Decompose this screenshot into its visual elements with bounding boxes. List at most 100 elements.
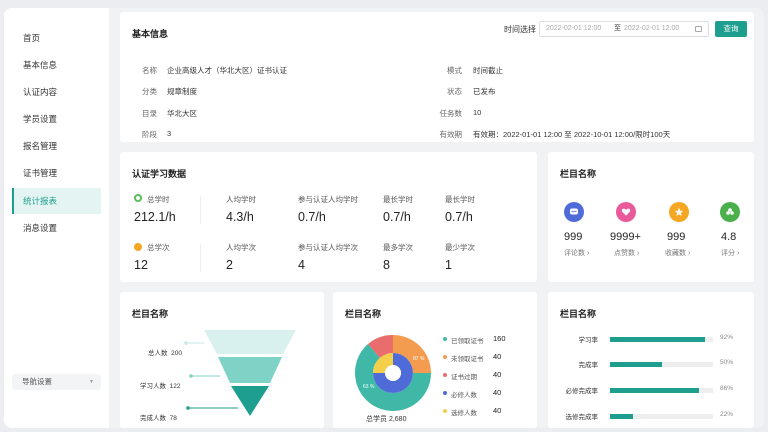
- divider: [200, 196, 201, 224]
- legend-dot: [443, 373, 447, 377]
- bar-fill-required: [610, 388, 699, 393]
- stat-avg-hours-value: 4.3/h: [226, 210, 254, 224]
- bar-label-elective: 选修完成率: [565, 414, 599, 421]
- funnel-label-learning: 学习人数 122: [140, 383, 181, 390]
- rating-value: 4.8: [721, 231, 737, 243]
- info-label-directory: 目录: [142, 109, 157, 118]
- engagement-card: 栏目名称 999 评论数 › 9999+ 点赞数 › 999 收藏数 › 4.8…: [548, 152, 754, 282]
- funnel-stage-total: [204, 330, 296, 354]
- info-value-status: 已发布: [473, 87, 496, 96]
- like-count: 9999+: [610, 231, 641, 243]
- divider: [200, 244, 201, 272]
- sidebar: 首页 基本信息 认证内容 学员设置 报名管理 证书管理 统计报表 消息设置 导航…: [4, 8, 109, 428]
- legend-value-expired: 40: [493, 370, 502, 379]
- bar-label-required: 必修完成率: [565, 388, 599, 395]
- funnel-label-total: 总人数 200: [148, 350, 182, 357]
- info-label-mode: 模式: [447, 66, 462, 75]
- funnel-stage-learning: [218, 357, 282, 383]
- funnel-marker: [189, 374, 193, 378]
- sidebar-item-certificates[interactable]: 证书管理: [12, 160, 101, 186]
- favorite-count: 999: [667, 231, 686, 243]
- donut-center: [385, 365, 401, 381]
- bar-pct-study: 92%: [720, 334, 734, 341]
- stat-total-hours-value: 212.1/h: [134, 210, 176, 224]
- comment-count: 999: [564, 231, 583, 243]
- legend-label-elective: 选修人数: [451, 410, 477, 417]
- bar-track: [610, 362, 713, 367]
- bar-pct-required: 86%: [720, 385, 734, 392]
- rating-link[interactable]: 评分 ›: [721, 248, 739, 258]
- query-button[interactable]: 查询: [715, 21, 747, 37]
- basic-info-title: 基本信息: [132, 29, 169, 39]
- stat-max-sessions-label: 最多学次: [383, 243, 413, 252]
- info-label-status: 状态: [447, 87, 462, 96]
- sidebar-item-cert-content[interactable]: 认证内容: [12, 79, 101, 105]
- legend-label-unclaimed: 未领取证书: [451, 356, 484, 363]
- rate-bars-card: 栏目名称 学习率 92% 完成率 50% 必修完成率 86% 选修完成率 22%: [548, 292, 754, 428]
- funnel-card: 栏目名称 总人数 200 学习人数 122 完成人数 78: [120, 292, 324, 428]
- date-range-picker[interactable]: 2022-02-01 12:00 至 2022-02-01 12:00: [539, 21, 709, 37]
- legend-dot: [443, 337, 447, 341]
- info-label-name: 名称: [142, 66, 157, 75]
- stat-total-hours-label: 总学时: [147, 195, 170, 204]
- sidebar-item-enrollment[interactable]: 报名管理: [12, 133, 101, 159]
- info-value-task-count: 10: [473, 108, 482, 117]
- stat-max-hours-2-value: 0.7/h: [445, 210, 473, 224]
- learning-stats-card: 认证学习数据 总学时 212.1/h 人均学时 4.3/h 参与认证人均学时 0…: [120, 152, 537, 282]
- bar-track: [610, 337, 713, 342]
- stat-total-sessions-label: 总学次: [147, 243, 170, 252]
- rating-badge[interactable]: [720, 202, 740, 222]
- bar-label-complete: 完成率: [578, 362, 599, 369]
- sidebar-item-basic-info[interactable]: 基本信息: [12, 52, 101, 78]
- funnel-stage-complete: [231, 386, 269, 416]
- stat-participant-avg-sessions-value: 4: [298, 258, 305, 272]
- like-badge[interactable]: [616, 202, 636, 222]
- date-start: 2022-02-01 12:00: [546, 25, 602, 32]
- sidebar-item-reports[interactable]: 统计报表: [12, 188, 101, 214]
- chat-icon: [570, 208, 578, 215]
- sidebar-item-messages[interactable]: 消息设置: [12, 215, 101, 241]
- legend-dot: [443, 355, 447, 359]
- sidebar-item-student-settings[interactable]: 学员设置: [12, 106, 101, 132]
- stat-min-sessions-label: 最少学次: [445, 243, 475, 252]
- info-value-validity: 有效期：2022-01-01 12:00 至 2022-10-01 12:00/…: [473, 130, 671, 139]
- star-icon: [674, 207, 684, 216]
- bar-track: [610, 388, 713, 393]
- funnel-chart: [184, 330, 296, 416]
- donut-outer-pct: 87 %: [413, 356, 425, 362]
- comment-link[interactable]: 评论数 ›: [564, 248, 589, 258]
- bar-track: [610, 414, 713, 419]
- stat-participant-avg-hours-label: 参与认证人均学时: [298, 195, 358, 204]
- info-label-validity: 有效期: [439, 130, 463, 139]
- engagement-title: 栏目名称: [560, 169, 597, 179]
- legend-label-required: 必修人数: [451, 392, 477, 399]
- favorite-badge[interactable]: [669, 202, 689, 222]
- info-value-stage: 3: [167, 129, 172, 138]
- like-link[interactable]: 点赞数 ›: [614, 248, 639, 258]
- legend-value-unclaimed: 40: [493, 352, 502, 361]
- stat-max-hours-2-label: 最长学时: [445, 195, 475, 204]
- date-separator: 至: [614, 25, 621, 32]
- info-label-task-count: 任务数: [439, 109, 463, 118]
- funnel-marker: [186, 406, 190, 410]
- comment-badge[interactable]: [564, 202, 584, 222]
- stat-max-sessions-value: 8: [383, 258, 390, 272]
- stat-avg-sessions-value: 2: [226, 258, 233, 272]
- clover-icon: [726, 208, 734, 215]
- donut-inner-pct: 63 %: [363, 384, 375, 390]
- sidebar-item-home[interactable]: 首页: [12, 25, 101, 51]
- date-end: 2022-02-01 12:00: [624, 25, 680, 32]
- favorite-link[interactable]: 收藏数 ›: [665, 248, 690, 258]
- legend-dot: [443, 409, 447, 413]
- stat-avg-sessions-label: 人均学次: [226, 243, 256, 252]
- calendar-icon: [695, 26, 702, 32]
- info-value-category: 规章制度: [167, 87, 197, 96]
- legend-label-expired: 证书过期: [451, 374, 477, 381]
- legend-label-claimed: 已领取证书: [451, 338, 484, 345]
- caret-down-icon: ▼: [89, 379, 94, 385]
- nav-settings-dropdown[interactable]: 导航设置 ▼: [12, 374, 101, 390]
- funnel-label-complete: 完成人数 78: [140, 415, 177, 422]
- clock-icon: [134, 194, 142, 202]
- legend-dot: [443, 391, 447, 395]
- info-label-category: 分类: [142, 87, 157, 96]
